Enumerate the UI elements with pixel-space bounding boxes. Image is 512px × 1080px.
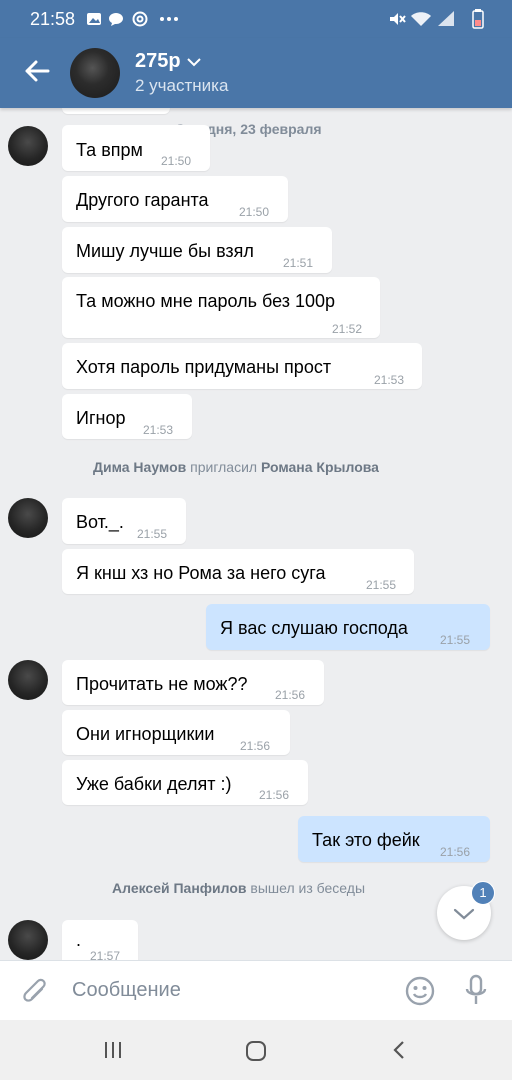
arrow-left-icon[interactable]: [22, 56, 52, 86]
message-time: 21:55: [440, 633, 471, 647]
message-bubble[interactable]: Та впрм 21:50: [62, 125, 210, 171]
chat-avatar[interactable]: [70, 48, 120, 98]
message-bubble[interactable]: Я кнш хз но Рома за него суга 21:55: [62, 549, 414, 594]
at-icon: [132, 11, 148, 27]
chat-header: 275р 2 участника: [0, 38, 512, 108]
chevron-down-icon[interactable]: [187, 57, 201, 67]
avatar[interactable]: [8, 498, 48, 538]
message-time: 21:56: [259, 788, 290, 802]
message-composer: Сообщение: [0, 960, 512, 1021]
avatar[interactable]: [8, 126, 48, 166]
battery-icon: [472, 9, 484, 29]
message-text: Та можно мне пароль без 100р: [76, 291, 335, 311]
event-actor[interactable]: Дима Наумов: [93, 459, 186, 475]
message-time: 21:56: [275, 688, 306, 702]
event-actor[interactable]: Алексей Панфилов: [112, 880, 247, 896]
chat-title[interactable]: 275р: [135, 50, 181, 73]
message-time: 21:51: [283, 256, 314, 270]
message-text: Мишу лучше бы взял: [76, 241, 254, 261]
event-action: пригласил: [190, 459, 258, 475]
message-time: 21:53: [143, 423, 174, 437]
message-bubble[interactable]: Хотя пароль придуманы прост 21:53: [62, 343, 422, 389]
message-text: Они игнорщикии: [76, 724, 215, 744]
paperclip-icon[interactable]: [22, 977, 50, 1007]
event-target[interactable]: Романа Крылова: [261, 459, 379, 475]
back-nav-icon[interactable]: [392, 1040, 406, 1060]
message-bubble-outgoing[interactable]: Я вас слушаю господа 21:55: [206, 604, 490, 650]
message-time: 21:56: [440, 845, 471, 859]
smile-icon[interactable]: [404, 975, 436, 1007]
message-bubble[interactable]: Прочитать не мож?? 21:56: [62, 660, 324, 705]
message-time: 21:56: [240, 739, 271, 753]
microphone-icon[interactable]: [465, 974, 487, 1008]
message-text: Хотя пароль придуманы прост: [76, 357, 332, 377]
system-event-leave: Алексей Панфилов вышел из беседы: [112, 880, 365, 896]
message-time: 21:55: [366, 578, 397, 592]
message-text: Уже бабки делят :): [76, 774, 232, 794]
message-text: Вот._.: [76, 512, 124, 532]
wifi-icon: [411, 12, 431, 26]
message-text: Я вас слушаю господа: [220, 618, 408, 638]
message-text: .: [76, 930, 82, 950]
recent-apps-icon[interactable]: [103, 1041, 123, 1059]
message-text: Другого гаранта: [76, 190, 209, 210]
message-time: 21:57: [90, 949, 121, 960]
message-text: Я кнш хз но Рома за него суга: [76, 563, 326, 583]
home-icon[interactable]: [245, 1040, 267, 1062]
chat-icon: [109, 13, 123, 26]
event-action: вышел из беседы: [250, 880, 366, 896]
message-bubble[interactable]: Другого гаранта 21:50: [62, 176, 288, 222]
message-bubble[interactable]: Уже бабки делят :) 21:56: [62, 760, 308, 805]
message-text: Так это фейк: [312, 830, 420, 850]
message-bubble[interactable]: Вот._. 21:55: [62, 498, 186, 544]
message-bubble[interactable]: Та можно мне пароль без 100р 21:52: [62, 277, 380, 338]
message-bubble-outgoing[interactable]: Так это фейк 21:56: [298, 816, 490, 862]
status-time: 21:58: [30, 9, 76, 29]
message-time: 21:50: [161, 154, 192, 168]
message-bubble[interactable]: Игнор 21:53: [62, 394, 192, 439]
message-bubble[interactable]: . 21:57: [62, 920, 138, 960]
unread-badge: 1: [471, 881, 495, 905]
chat-participants[interactable]: 2 участника: [135, 76, 228, 96]
message-text: Игнор: [76, 408, 126, 428]
message-time: 21:50: [239, 205, 270, 219]
system-nav-bar: [0, 1020, 512, 1080]
message-bubble-partial[interactable]: [62, 108, 170, 114]
more-dots-icon: [160, 17, 178, 21]
message-bubble[interactable]: Мишу лучше бы взял 21:51: [62, 227, 332, 273]
message-text: Та впрм: [76, 140, 143, 160]
image-icon: [87, 13, 101, 25]
message-input[interactable]: Сообщение: [72, 979, 181, 1002]
signal-icon: [438, 11, 454, 26]
message-time: 21:53: [374, 373, 405, 387]
avatar[interactable]: [8, 660, 48, 700]
message-time: 21:55: [137, 527, 168, 541]
chevron-down-icon: [453, 908, 475, 920]
system-event-invite: Дима Наумов пригласил Романа Крылова: [93, 459, 379, 475]
status-bar: 21:58: [0, 0, 512, 38]
message-bubble[interactable]: Они игнорщикии 21:56: [62, 710, 290, 755]
message-time: 21:52: [332, 322, 363, 336]
message-text: Прочитать не мож??: [76, 674, 248, 694]
message-list[interactable]: Сегодня, 23 февраля Та впрм 21:50 Другог…: [0, 108, 512, 960]
avatar[interactable]: [8, 920, 48, 960]
mute-icon: [390, 13, 406, 25]
